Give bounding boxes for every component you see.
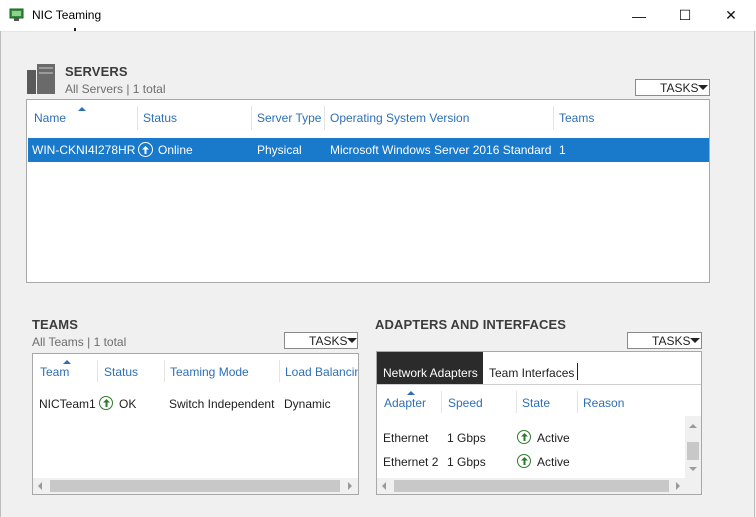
teams-tasks-label: TASKS (309, 333, 348, 348)
column-header-speed[interactable]: Speed (448, 396, 483, 410)
servers-table[interactable]: Name Status Server Type Operating System… (26, 99, 710, 283)
column-header-load-balancing[interactable]: Load Balancin (285, 365, 358, 379)
scrollbar-thumb[interactable] (394, 480, 669, 492)
servers-icon (27, 64, 57, 97)
teams-subtitle: All Teams | 1 total (32, 335, 127, 349)
table-row[interactable]: NICTeam1 OK Switch Independent Dynamic (33, 392, 358, 414)
scroll-right-icon[interactable] (348, 482, 352, 490)
tab-divider (577, 363, 578, 380)
minimize-icon: — (632, 7, 646, 24)
scroll-left-icon[interactable] (382, 482, 386, 490)
maximize-button[interactable]: ☐ (662, 0, 708, 31)
column-header-server-type[interactable]: Server Type (257, 111, 321, 125)
column-header-os-version[interactable]: Operating System Version (330, 111, 469, 125)
text-cursor-mark (74, 28, 76, 31)
scroll-left-icon[interactable] (38, 482, 42, 490)
chevron-down-icon (347, 338, 358, 343)
chevron-down-icon (690, 338, 701, 343)
tab-label: Network Adapters (383, 366, 478, 380)
team-status: OK (119, 397, 137, 411)
column-header-team[interactable]: Team (40, 365, 69, 379)
column-header-adapter[interactable]: Adapter (384, 396, 426, 410)
nic-teaming-app-icon (9, 8, 25, 22)
column-divider[interactable] (279, 360, 280, 382)
column-divider[interactable] (251, 106, 252, 130)
server-name: WIN-CKNI4I278HR (32, 143, 136, 157)
sort-ascending-icon (78, 107, 86, 111)
horizontal-scrollbar[interactable] (377, 478, 701, 494)
column-header-name[interactable]: Name (34, 111, 66, 125)
column-header-reason[interactable]: Reason (583, 396, 624, 410)
ok-status-icon (99, 396, 113, 410)
scrollbar-thumb[interactable] (50, 480, 340, 492)
adapter-speed: 1 Gbps (447, 455, 486, 469)
horizontal-scrollbar[interactable] (33, 478, 358, 494)
online-status-icon (138, 142, 153, 157)
column-divider[interactable] (441, 391, 442, 413)
window-title: NIC Teaming (32, 8, 102, 22)
teams-tasks-button[interactable]: TASKS (284, 332, 358, 349)
column-header-status[interactable]: Status (143, 111, 177, 125)
column-divider[interactable] (516, 391, 517, 413)
scroll-down-icon[interactable] (689, 467, 697, 471)
team-name: NICTeam1 (39, 397, 96, 411)
active-status-icon (517, 430, 531, 444)
tab-team-interfaces[interactable]: Team Interfaces (484, 352, 577, 384)
minimize-button[interactable]: — (616, 0, 662, 31)
vertical-scrollbar[interactable] (685, 416, 701, 478)
teams-table[interactable]: Team Status Teaming Mode Load Balancin N… (32, 353, 359, 495)
close-button[interactable]: ✕ (708, 0, 754, 31)
server-teams: 1 (559, 143, 566, 157)
column-divider[interactable] (553, 106, 554, 130)
sort-ascending-icon (407, 391, 415, 395)
column-divider[interactable] (137, 106, 138, 130)
scroll-up-icon[interactable] (689, 424, 697, 428)
column-header-teams[interactable]: Teams (559, 111, 594, 125)
adapter-name: Ethernet (383, 431, 429, 445)
sort-ascending-icon (63, 360, 71, 364)
divider (377, 384, 701, 385)
column-header-state[interactable]: State (522, 396, 550, 410)
server-os: Microsoft Windows Server 2016 Standard (330, 143, 552, 157)
server-status: Online (158, 143, 193, 157)
scrollbar-thumb[interactable] (687, 442, 699, 460)
maximize-icon: ☐ (678, 7, 692, 23)
servers-tasks-button[interactable]: TASKS (635, 79, 710, 96)
adapters-tasks-label: TASKS (652, 333, 691, 348)
tab-label: Team Interfaces (489, 366, 575, 380)
servers-tasks-label: TASKS (660, 80, 699, 95)
chevron-down-icon (698, 85, 709, 90)
server-type: Physical (257, 143, 302, 157)
table-row[interactable]: Ethernet 2 1 Gbps Active (377, 450, 685, 472)
column-header-teaming-mode[interactable]: Teaming Mode (170, 365, 249, 379)
adapters-panel[interactable]: Network Adapters Team Interfaces Adapter… (376, 351, 702, 495)
adapters-title: ADAPTERS AND INTERFACES (375, 317, 567, 332)
column-divider[interactable] (164, 360, 165, 382)
adapter-state: Active (537, 431, 570, 445)
table-row[interactable]: Ethernet 1 Gbps Active (377, 426, 685, 448)
servers-subtitle: All Servers | 1 total (65, 82, 166, 96)
active-status-icon (517, 454, 531, 468)
team-load-balancing: Dynamic (284, 397, 331, 411)
column-divider[interactable] (97, 360, 98, 382)
adapter-speed: 1 Gbps (447, 431, 486, 445)
close-icon: ✕ (725, 7, 737, 23)
adapter-state: Active (537, 455, 570, 469)
adapter-name: Ethernet 2 (383, 455, 439, 469)
team-mode: Switch Independent (169, 397, 275, 411)
teams-title: TEAMS (32, 317, 78, 332)
column-divider[interactable] (577, 391, 578, 413)
tab-network-adapters[interactable]: Network Adapters (377, 352, 483, 384)
column-divider[interactable] (324, 106, 325, 130)
adapters-tasks-button[interactable]: TASKS (627, 332, 702, 349)
servers-title: SERVERS (65, 64, 128, 79)
column-header-status[interactable]: Status (104, 365, 138, 379)
table-row[interactable]: WIN-CKNI4I278HR Online Physical Microsof… (28, 138, 709, 162)
scroll-right-icon[interactable] (676, 482, 680, 490)
